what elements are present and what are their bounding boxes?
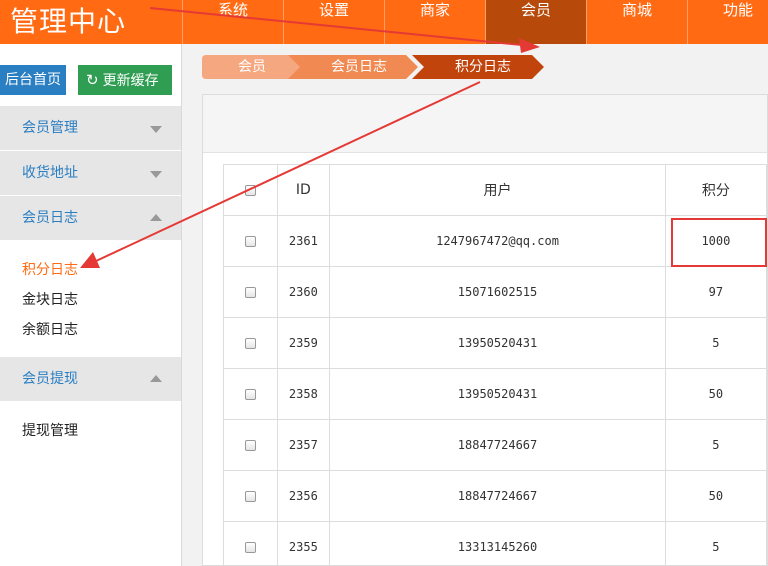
- row-checkbox-cell: [223, 368, 278, 420]
- row-checkbox[interactable]: [244, 440, 256, 451]
- row-checkbox-cell: [223, 317, 278, 369]
- update-cache-label: 更新缓存: [102, 73, 159, 89]
- table-row: 2360 15071602515 97: [223, 266, 768, 318]
- cell-user: 18847724667: [329, 419, 666, 471]
- sidebar-group-member-logs[interactable]: 会员日志: [0, 196, 181, 241]
- row-checkbox-cell: [223, 521, 278, 566]
- cell-user: 15071602515: [329, 266, 666, 318]
- chevron-up-icon: [150, 214, 162, 221]
- update-cache-button[interactable]: ↻ 更新缓存: [78, 65, 172, 95]
- table-row: 2361 1247967472@qq.com 1000: [223, 215, 768, 268]
- cell-id: 2360: [276, 266, 331, 318]
- sidebar-group-label: 会员管理: [22, 120, 78, 136]
- sidebar: 后台首页 ↻ 更新缓存 会员管理 收货地址 会员日志 积分日志 金块日志 余额日志…: [0, 44, 182, 566]
- column-header-points: 积分: [664, 164, 768, 216]
- cell-points: 5: [664, 419, 768, 471]
- table-row: 2356 18847724667 50: [223, 470, 768, 522]
- table-row: 2358 13950520431 50: [223, 368, 768, 420]
- cell-id: 2361: [276, 215, 331, 267]
- cell-id: 2356: [276, 470, 331, 522]
- sidebar-group-label: 收货地址: [22, 165, 78, 181]
- cell-id: 2357: [276, 419, 331, 471]
- row-checkbox-cell: [223, 419, 278, 471]
- sidebar-tools: 后台首页 ↻ 更新缓存: [0, 44, 181, 106]
- chevron-up-icon: [150, 375, 162, 382]
- row-checkbox-cell: [223, 215, 278, 267]
- row-checkbox-cell: [223, 266, 278, 318]
- sidebar-group-member-withdrawal[interactable]: 会员提现: [0, 357, 181, 402]
- breadcrumb-item-member-logs[interactable]: 会员日志: [288, 55, 418, 79]
- content-panel: ID 用户 积分 2361 1247967472@qq.com 1000 236…: [202, 94, 768, 566]
- row-checkbox[interactable]: [244, 236, 256, 247]
- sidebar-group-label: 会员提现: [22, 371, 78, 387]
- cell-id: 2355: [276, 521, 331, 566]
- cell-points: 97: [664, 266, 768, 318]
- cell-user: 13950520431: [329, 368, 666, 420]
- row-checkbox[interactable]: [244, 287, 256, 298]
- member-logs-list: 积分日志 金块日志 余额日志: [0, 241, 181, 357]
- admin-home-button[interactable]: 后台首页: [0, 65, 66, 95]
- cell-user: 13313145260: [329, 521, 666, 566]
- member-withdrawal-list: 提现管理: [0, 402, 181, 458]
- chevron-down-icon: [150, 126, 162, 133]
- breadcrumb-item-points-log[interactable]: 积分日志: [412, 55, 544, 79]
- row-checkbox[interactable]: [244, 389, 256, 400]
- sidebar-group-shipping-address[interactable]: 收货地址: [0, 151, 181, 196]
- sidebar-item-withdrawal-management[interactable]: 提现管理: [22, 416, 181, 446]
- header-checkbox-cell: [223, 164, 278, 216]
- nav-item-mall[interactable]: 商城: [586, 0, 687, 44]
- cell-id: 2358: [276, 368, 331, 420]
- refresh-icon: ↻: [86, 71, 99, 89]
- sidebar-item-gold-log[interactable]: 金块日志: [22, 285, 181, 315]
- sidebar-group-member-management[interactable]: 会员管理: [0, 106, 181, 151]
- cell-user: 1247967472@qq.com: [329, 215, 666, 267]
- toolbar-area: [203, 95, 767, 153]
- cell-user: 13950520431: [329, 317, 666, 369]
- column-header-user: 用户: [329, 164, 666, 216]
- breadcrumb-item-member[interactable]: 会员: [202, 55, 302, 79]
- cell-id: 2359: [276, 317, 331, 369]
- row-checkbox[interactable]: [244, 542, 256, 553]
- cell-points: 50: [664, 470, 768, 522]
- nav-item-member[interactable]: 会员: [485, 0, 586, 44]
- cell-points: 1000: [664, 215, 768, 268]
- chevron-down-icon: [150, 171, 162, 178]
- sidebar-item-balance-log[interactable]: 余额日志: [22, 315, 181, 345]
- table-row: 2357 18847724667 5: [223, 419, 768, 471]
- cell-user: 18847724667: [329, 470, 666, 522]
- sidebar-item-points-log[interactable]: 积分日志: [22, 255, 181, 285]
- points-log-table: ID 用户 积分 2361 1247967472@qq.com 1000 236…: [223, 164, 768, 566]
- top-header: 管理中心 系统 设置 商家 会员 商城 功能: [0, 0, 768, 44]
- nav-item-system[interactable]: 系统: [182, 0, 283, 44]
- nav-item-merchant[interactable]: 商家: [384, 0, 485, 44]
- row-checkbox[interactable]: [244, 491, 256, 502]
- top-nav: 系统 设置 商家 会员 商城 功能: [182, 0, 768, 44]
- select-all-checkbox[interactable]: [244, 184, 256, 196]
- table-row: 2355 13313145260 5: [223, 521, 768, 566]
- nav-item-settings[interactable]: 设置: [283, 0, 384, 44]
- brand-title: 管理中心: [10, 5, 127, 38]
- cell-points: 5: [664, 317, 768, 369]
- cell-points: 50: [664, 368, 768, 420]
- table-header-row: ID 用户 积分: [223, 164, 768, 216]
- row-checkbox-cell: [223, 470, 278, 522]
- column-header-id: ID: [276, 164, 331, 216]
- nav-item-functions[interactable]: 功能: [687, 0, 768, 44]
- row-checkbox[interactable]: [244, 338, 256, 349]
- table-row: 2359 13950520431 5: [223, 317, 768, 369]
- sidebar-group-label: 会员日志: [22, 210, 78, 226]
- cell-points: 5: [664, 521, 768, 566]
